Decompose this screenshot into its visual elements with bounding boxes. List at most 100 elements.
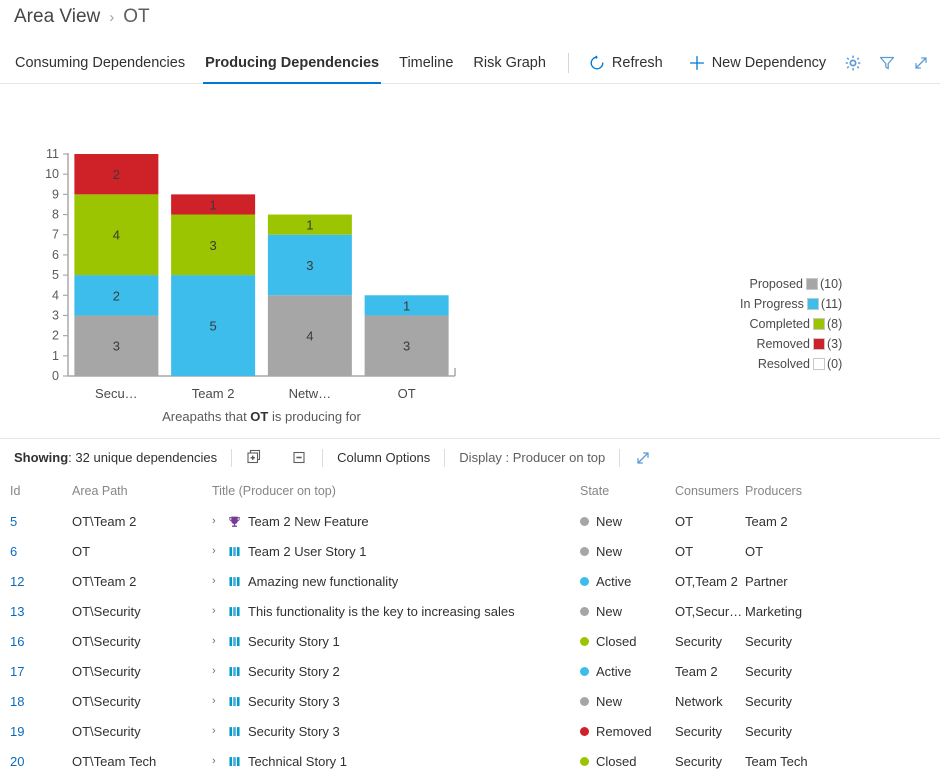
row-producers: OT	[745, 543, 764, 559]
svg-text:OT: OT	[398, 386, 416, 401]
legend-count: (3)	[826, 337, 843, 351]
svg-text:4: 4	[306, 329, 313, 344]
new-dependency-button[interactable]: New Dependency	[681, 55, 834, 71]
legend-item[interactable]: Proposed (10)	[740, 274, 842, 294]
svg-text:10: 10	[45, 167, 59, 181]
row-state: New	[596, 543, 623, 559]
legend-swatch	[812, 358, 825, 370]
tab-timeline[interactable]: Timeline	[389, 42, 463, 84]
row-id-link[interactable]: 16	[0, 634, 72, 649]
svg-text:5: 5	[52, 268, 59, 282]
column-header-area-path[interactable]: Area Path	[72, 484, 212, 498]
legend-item[interactable]: In Progress (11)	[740, 294, 842, 314]
state-dot-icon	[580, 516, 589, 526]
table-row[interactable]: 19 OT\Security › Security Story 3 Removed Sec…	[0, 716, 940, 746]
row-state: Closed	[596, 633, 637, 649]
row-consumers: OT	[675, 513, 694, 529]
row-expand-chevron-icon[interactable]: ›	[212, 725, 222, 737]
svg-text:1: 1	[403, 298, 410, 313]
display-mode-label[interactable]: Display : Producer on top	[459, 450, 605, 465]
row-id-link[interactable]: 12	[0, 574, 72, 589]
new-dependency-label: New Dependency	[711, 54, 827, 71]
expand-arrows-icon[interactable]	[912, 54, 930, 72]
row-consumers: Security	[675, 723, 722, 739]
legend-item[interactable]: Resolved (0)	[740, 354, 842, 374]
column-header-state[interactable]: State	[580, 484, 675, 498]
row-area-path: OT\Security	[72, 663, 141, 679]
row-title[interactable]: Team 2 New Feature	[248, 514, 369, 529]
column-options-button[interactable]: Column Options	[337, 450, 430, 465]
breadcrumb-root[interactable]: Area View	[14, 6, 100, 28]
row-expand-chevron-icon[interactable]: ›	[212, 605, 222, 617]
row-state: New	[596, 693, 623, 709]
legend-item[interactable]: Completed (8)	[740, 314, 843, 334]
row-id-link[interactable]: 20	[0, 754, 72, 769]
table-row[interactable]: 17 OT\Security › Security Story 2 Active Team…	[0, 656, 940, 686]
svg-text:2: 2	[113, 288, 120, 303]
row-producers: Security	[745, 723, 792, 739]
row-producers: Team 2	[745, 513, 788, 529]
table-row[interactable]: 5 OT\Team 2 › Team 2 New Feature New OT Team 2	[0, 506, 940, 536]
row-id-link[interactable]: 6	[0, 544, 72, 559]
row-expand-chevron-icon[interactable]: ›	[212, 695, 222, 707]
tab-risk-graph[interactable]: Risk Graph	[463, 42, 556, 84]
row-expand-chevron-icon[interactable]: ›	[212, 755, 222, 767]
collapse-all-icon[interactable]	[291, 449, 308, 466]
refresh-button[interactable]: Refresh	[581, 55, 671, 71]
row-consumers: Security	[675, 633, 722, 649]
row-id-link[interactable]: 5	[0, 514, 72, 529]
grid-toolbar-divider	[444, 448, 446, 467]
legend-label: Resolved	[757, 357, 810, 371]
row-title[interactable]: This functionality is the key to increas…	[248, 604, 515, 619]
row-id-link[interactable]: 19	[0, 724, 72, 739]
row-title[interactable]: Amazing new functionality	[248, 574, 398, 589]
row-expand-chevron-icon[interactable]: ›	[212, 575, 222, 587]
svg-text:0: 0	[52, 369, 59, 383]
row-title[interactable]: Security Story 2	[248, 664, 340, 679]
expand-arrows-icon[interactable]	[634, 449, 652, 467]
row-title[interactable]: Security Story 3	[248, 724, 340, 739]
row-producers: Marketing	[745, 603, 803, 619]
row-expand-chevron-icon[interactable]: ›	[212, 635, 222, 647]
table-row[interactable]: 18 OT\Security › Security Story 3 New Network…	[0, 686, 940, 716]
row-id-link[interactable]: 18	[0, 694, 72, 709]
svg-text:Secu…: Secu…	[95, 386, 138, 401]
breadcrumb-leaf[interactable]: OT	[123, 6, 149, 28]
row-expand-chevron-icon[interactable]: ›	[212, 545, 222, 557]
table-row[interactable]: 13 OT\Security › This functionality is the …	[0, 596, 940, 626]
table-row[interactable]: 20 OT\Team Tech › Technical Story 1 Closed Se…	[0, 746, 940, 773]
row-area-path: OT\Team 2	[72, 573, 137, 589]
row-id-link[interactable]: 13	[0, 604, 72, 619]
grid-toolbar-divider	[619, 448, 621, 467]
row-title[interactable]: Team 2 User Story 1	[248, 544, 367, 559]
table-row[interactable]: 12 OT\Team 2 › Amazing new functionality Act…	[0, 566, 940, 596]
feature-icon	[228, 515, 242, 528]
column-header-consumers[interactable]: Consumers	[675, 484, 745, 498]
stacked-bar-chart: 0 1 2 3 4 5 6 7 8 9 10 11 3 2 4 2 Secu… 5 3 1 Team 2 4 3 1 Netw……	[45, 147, 456, 424]
legend-item[interactable]: Removed (3)	[740, 334, 842, 354]
row-title[interactable]: Security Story 1	[248, 634, 340, 649]
row-area-path: OT\Security	[72, 693, 141, 709]
row-state: Active	[596, 573, 632, 589]
svg-text:3: 3	[210, 238, 217, 253]
row-expand-chevron-icon[interactable]: ›	[212, 665, 222, 677]
row-expand-chevron-icon[interactable]: ›	[212, 515, 222, 527]
table-row[interactable]: 16 OT\Security › Security Story 1 Closed Secu…	[0, 626, 940, 656]
row-title[interactable]: Technical Story 1	[248, 754, 347, 769]
filter-icon[interactable]	[878, 54, 896, 72]
legend-count: (11)	[820, 297, 843, 311]
gear-icon[interactable]	[844, 54, 862, 72]
legend-label: Proposed	[749, 277, 803, 291]
column-header-title[interactable]: Title (Producer on top)	[212, 484, 580, 498]
row-producers: Security	[745, 633, 792, 649]
row-state: Closed	[596, 753, 637, 769]
expand-all-icon[interactable]	[246, 449, 263, 466]
column-header-producers[interactable]: Producers	[745, 484, 865, 498]
refresh-icon	[589, 54, 605, 71]
row-title[interactable]: Security Story 3	[248, 694, 340, 709]
table-row[interactable]: 6 OT › Team 2 User Story 1 New OT OT	[0, 536, 940, 566]
row-id-link[interactable]: 17	[0, 664, 72, 679]
tab-producing-dependencies[interactable]: Producing Dependencies	[195, 42, 389, 84]
tab-consuming-dependencies[interactable]: Consuming Dependencies	[5, 42, 195, 84]
column-header-id[interactable]: Id	[0, 484, 72, 498]
